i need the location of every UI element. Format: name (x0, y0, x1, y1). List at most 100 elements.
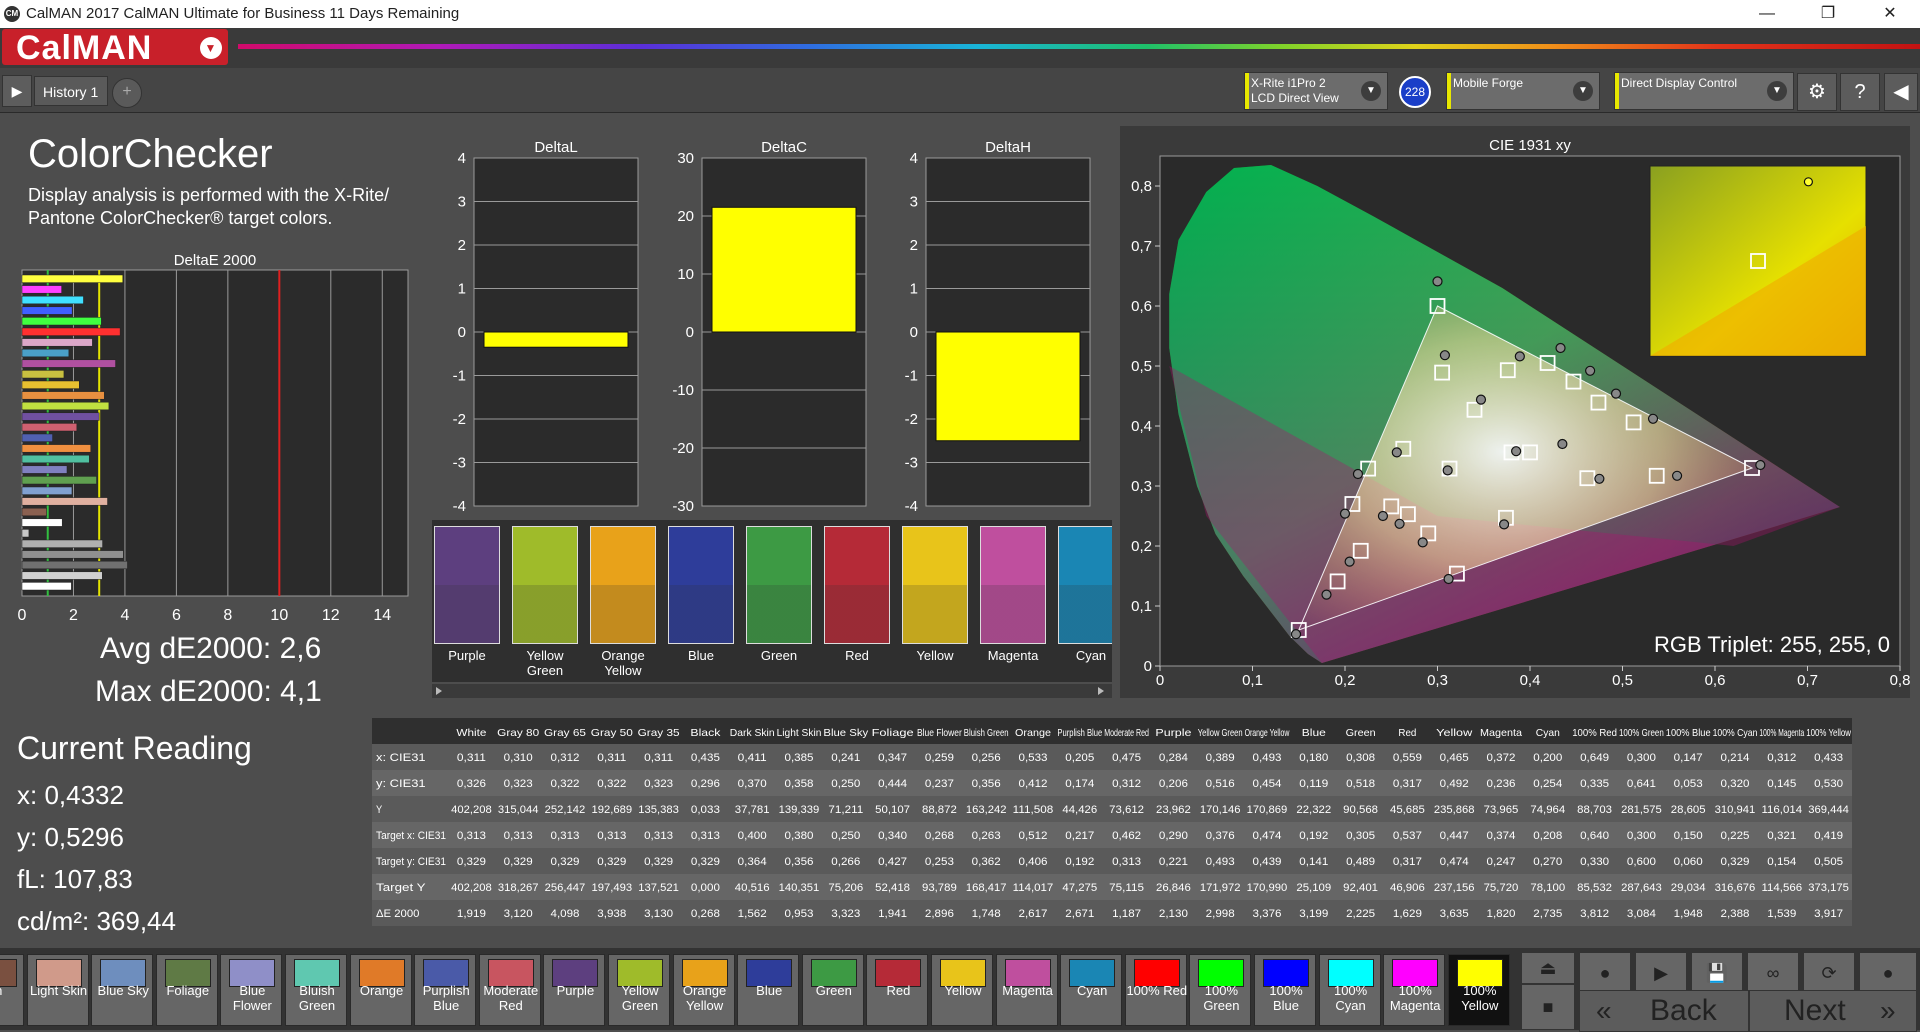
table-cell: 0,266 (831, 856, 860, 868)
record-icon[interactable]: ● (1579, 952, 1631, 994)
table-cell: 0,641 (1627, 778, 1656, 790)
bottom-swatch-moderate-red[interactable]: Moderate Red (478, 954, 541, 1026)
stop-icon[interactable]: ■ (1521, 984, 1575, 1030)
table-cell: 0,311 (597, 752, 626, 764)
refresh-icon[interactable]: ⟳ (1803, 952, 1855, 994)
back-button[interactable]: « Back (1579, 990, 1749, 1032)
table-row-label: y: CIE31 (376, 778, 426, 790)
bottom-swatch-100-blue[interactable]: 100% Blue (1254, 954, 1316, 1026)
cie-measured-point (1391, 447, 1402, 458)
cie-xtick-label: 0,2 (1335, 672, 1356, 689)
chevron-down-icon: ▼ (200, 37, 222, 59)
record-icon-2[interactable]: ● (1859, 952, 1917, 994)
table-cell: 25,109 (1296, 882, 1331, 894)
table-cell: 369,444 (1808, 804, 1849, 816)
swatch-scrollbar[interactable] (432, 684, 1112, 698)
bottom-swatch-foliage[interactable]: Foliage (155, 954, 218, 1026)
minimize-button[interactable]: — (1747, 2, 1787, 26)
meter-badge[interactable]: 228 (1399, 76, 1431, 108)
bottom-swatch-light-skin[interactable]: Light Skin (26, 954, 89, 1026)
table-cell: 0,330 (1580, 856, 1609, 868)
table-cell: 0,649 (1580, 752, 1609, 764)
table-column-header: 100% Green (1619, 727, 1664, 739)
swatch-label: 100% Green (1203, 983, 1240, 1013)
table-cell: 1,948 (1674, 908, 1703, 920)
swatch-label: Blue (756, 983, 783, 998)
bottom-swatch-100-green[interactable]: 100% Green (1189, 954, 1252, 1026)
table-cell: 0,254 (1533, 778, 1562, 790)
table-cell: 0,221 (1159, 856, 1188, 868)
help-icon[interactable]: ? (1840, 73, 1880, 111)
scroll-left-icon[interactable] (436, 687, 442, 695)
tab-history-1[interactable]: History 1 (34, 76, 108, 106)
add-tab-button[interactable]: + (112, 78, 142, 108)
bottom-swatch-orange[interactable]: Orange (349, 954, 412, 1026)
table-column-header: Dark Skin (730, 727, 775, 739)
bottom-swatch-orange-yellow[interactable]: Orange Yellow (672, 954, 735, 1026)
bottom-swatch-blue[interactable]: Blue (737, 954, 800, 1026)
deltae-bar (21, 497, 108, 506)
table-cell: 0,268 (691, 908, 720, 920)
table-column-header: Orange Yellow (1245, 727, 1290, 739)
restore-button[interactable]: ❐ (1808, 2, 1848, 26)
table-cell: 0,406 (1019, 856, 1048, 868)
loop-icon[interactable]: ∞ (1747, 952, 1799, 994)
close-button[interactable]: ✕ (1870, 2, 1910, 26)
gear-icon[interactable]: ⚙ (1797, 73, 1837, 111)
pattern-generator-selector[interactable]: Mobile Forge ▼ (1446, 72, 1600, 110)
bottom-swatch-red[interactable]: Red (866, 954, 929, 1026)
swatch-label: 100% Blue (1269, 983, 1303, 1013)
bottom-swatch-magenta[interactable]: Magenta (995, 954, 1058, 1026)
table-cell: 0,474 (1253, 830, 1282, 842)
bottom-swatch-blue-sky[interactable]: Blue Sky (91, 954, 154, 1026)
next-button[interactable]: Next » (1749, 990, 1917, 1032)
deltac-chart: DeltaC 30 20 10 0 -10 -20 -30 (672, 139, 867, 515)
bottom-swatch-yellow-green[interactable]: Yellow Green (608, 954, 670, 1026)
cie-measured-point (1417, 537, 1428, 548)
bottom-swatch-100-yellow[interactable]: 100% Yellow (1447, 954, 1510, 1026)
table-cell: 75,720 (1484, 882, 1519, 894)
table-cell: 256,447 (545, 882, 586, 894)
table-cell: 3,323 (831, 908, 860, 920)
collapse-icon[interactable]: ◀ (1884, 73, 1918, 111)
table-cell: 0,192 (1299, 830, 1328, 842)
table-cell: 0,225 (1721, 830, 1750, 842)
display-control-selector[interactable]: Direct Display Control ▼ (1614, 72, 1794, 110)
table-cell: 197,493 (592, 882, 633, 894)
bottom-swatch-cyan[interactable]: Cyan (1060, 954, 1123, 1026)
table-cell: 0,347 (878, 752, 907, 764)
deltae-tick-label: 12 (322, 607, 340, 624)
bottom-swatch-green[interactable]: Green (801, 954, 864, 1026)
bottom-swatch-yellow[interactable]: Yellow (931, 954, 993, 1026)
table-cell: 0,313 (691, 830, 720, 842)
table-cell: 3,199 (1299, 908, 1328, 920)
calman-logo-button[interactable]: CalMAN ▼ (2, 29, 228, 66)
cie-xtick-label: 0 (1156, 672, 1164, 689)
cie-measured-point (1432, 276, 1443, 287)
play-measure-icon[interactable]: ▶ (1635, 952, 1687, 994)
table-cell: 0,312 (551, 752, 580, 764)
table-cell: 0,053 (1674, 778, 1703, 790)
bottom-swatch-100-red[interactable]: 100% Red (1124, 954, 1187, 1026)
play-icon[interactable]: ▶ (2, 75, 32, 107)
table-column-header: Blue Flower (917, 727, 962, 739)
bottom-swatch-bluish-green[interactable]: Bluish Green (285, 954, 347, 1026)
next-arrows-icon: » (1880, 995, 1896, 1026)
table-cell: 0,313 (551, 830, 580, 842)
bottom-swatch-kin[interactable]: kin (0, 954, 24, 1026)
eject-icon[interactable]: ⏏ (1521, 952, 1575, 984)
deltac-tick-label: -20 (672, 440, 694, 457)
bottom-swatch-purplish-blue[interactable]: Purplish Blue (414, 954, 477, 1026)
deltah-tick-label: 0 (910, 324, 918, 341)
bottom-swatch-purple[interactable]: Purple (543, 954, 606, 1026)
scroll-right-icon[interactable] (1098, 687, 1104, 695)
table-cell: 0,311 (457, 752, 486, 764)
table-cell: 0,200 (1533, 752, 1562, 764)
save-icon[interactable]: 💾 (1691, 952, 1743, 994)
bottom-swatch-blue-flower[interactable]: Blue Flower (220, 954, 283, 1026)
meter-selector[interactable]: X-Rite i1Pro 2 LCD Direct View ▼ (1244, 72, 1388, 110)
bottom-swatch-100-cyan[interactable]: 100% Cyan (1318, 954, 1381, 1026)
cie-measured-point (1352, 468, 1364, 480)
table-column-header: Purple (1155, 727, 1191, 739)
bottom-swatch-100-magenta[interactable]: 100% Magenta (1383, 954, 1446, 1026)
